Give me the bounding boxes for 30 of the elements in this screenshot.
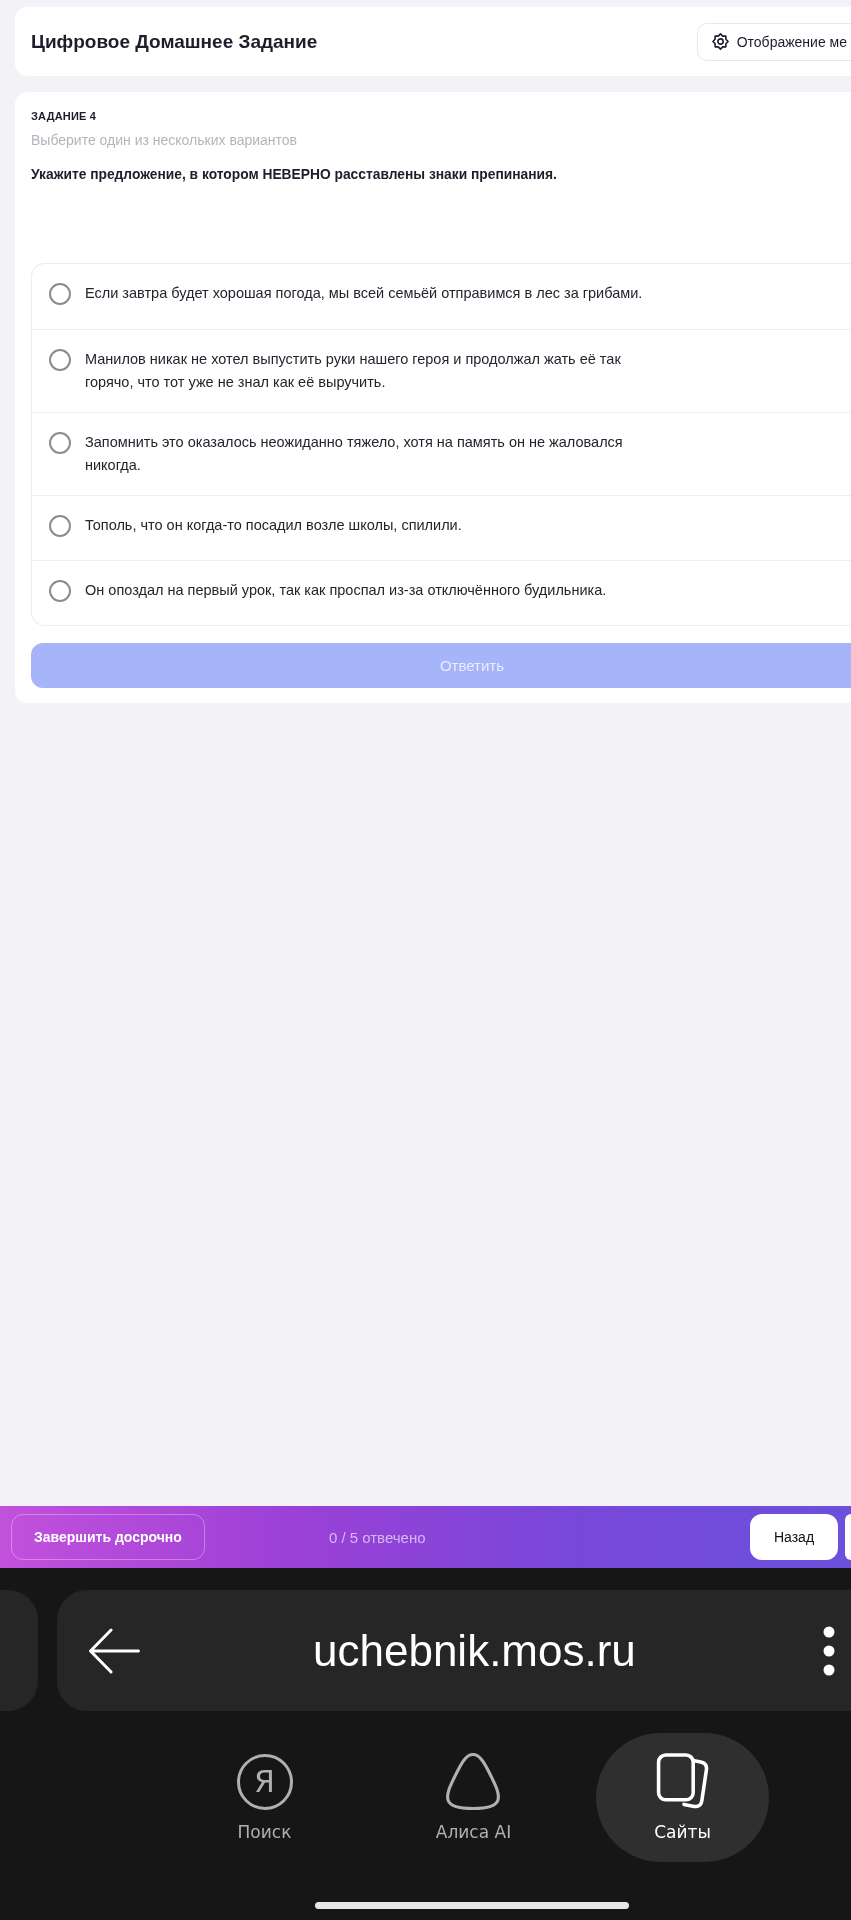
back-arrow-icon[interactable]: [88, 1627, 140, 1674]
radio-button[interactable]: [49, 431, 71, 454]
task-number: ЗАДАНИЕ 4: [31, 109, 98, 123]
more-menu-icon[interactable]: [823, 1625, 835, 1676]
question-text: Укажите предложение, в котором НЕВЕРНО расставлены знаки препинания.: [31, 166, 558, 184]
option-text[interactable]: Он опоздал на первый урок, так как проспал из-за отключённого будильника.: [85, 579, 650, 602]
rounded-triangle-icon: [445, 1753, 502, 1810]
radio-button[interactable]: [49, 348, 71, 371]
nav-tab[interactable]: Я Поиск: [236, 1753, 293, 1842]
nav-tab[interactable]: Сайты: [596, 1733, 769, 1862]
display-settings-button[interactable]: Отображение ме: [696, 22, 851, 61]
stacked-pages-icon: [654, 1753, 711, 1810]
page-title: Цифровое Домашнее Задание: [31, 30, 318, 53]
finish-early-button[interactable]: Завершить досрочно: [11, 1514, 205, 1560]
option-text[interactable]: Манилов никак не хотел выпустить руки нашего героя и продолжал жать её так горячо, что тот уже не знал как её выручить.: [85, 348, 650, 394]
letter-circle-logo: Я: [236, 1753, 293, 1810]
option-text[interactable]: Если завтра будет хорошая погода, мы всей семьёй отправимся в лес за грибами.: [85, 282, 650, 305]
progress-text: 0 / 5 отвечено: [328, 1528, 426, 1546]
partial-button[interactable]: [845, 1514, 851, 1560]
radio-button[interactable]: [49, 282, 71, 305]
settings-icon: [711, 33, 729, 50]
option-text[interactable]: Тополь, что он когда-то посадил возле школы, спилили.: [85, 514, 650, 537]
option-text[interactable]: Запомнить это оказалось неожиданно тяжело, хотя на память он не жаловался никогда.: [85, 431, 650, 477]
nav-tab[interactable]: Алиса AI: [435, 1753, 512, 1842]
task-hint: Выберите один из нескольких вариантов: [31, 131, 299, 149]
url-text[interactable]: uchebnik.mos.ru: [313, 1625, 636, 1676]
radio-button[interactable]: [49, 514, 71, 537]
back-button[interactable]: Назад: [750, 1514, 838, 1560]
address-bar[interactable]: uchebnik.mos.ru: [57, 1590, 851, 1711]
radio-button[interactable]: [49, 579, 71, 602]
